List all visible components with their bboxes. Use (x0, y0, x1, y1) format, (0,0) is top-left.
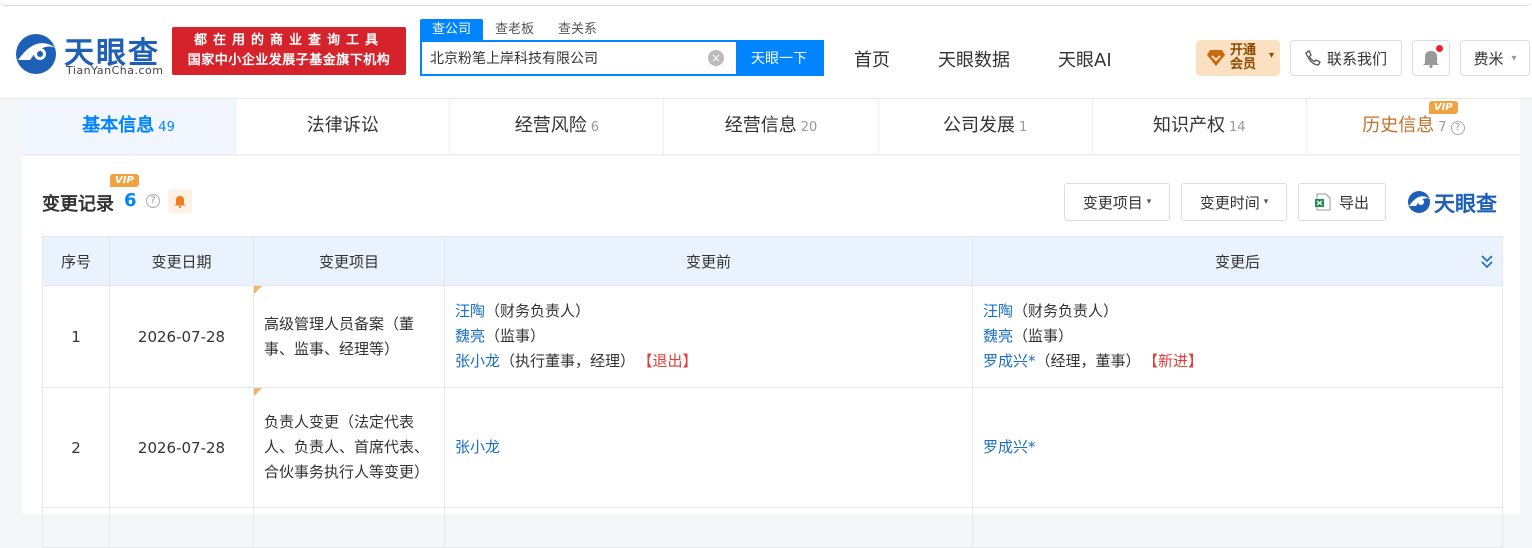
chevron-down-icon: ▾ (1511, 52, 1517, 64)
tab-development[interactable]: 公司发展 1 (879, 99, 1093, 154)
filter-change-item[interactable]: 变更项目 ▾ (1064, 183, 1170, 221)
person-link[interactable]: 罗成兴* (983, 352, 1036, 370)
tab-history[interactable]: VIP 历史信息 7? (1307, 99, 1520, 154)
vip-button-label: 开通 会员 (1230, 43, 1257, 72)
slogan-banner: 都在用的商业查询工具 国家中小企业发展子基金旗下机构 (172, 27, 406, 75)
search-tab-company[interactable]: 查公司 (420, 19, 484, 41)
tianyancha-watermark: 天眼查 (1406, 188, 1506, 216)
col-date: 变更日期 (109, 236, 254, 286)
top-divider (0, 0, 1532, 6)
table-row: 1 2026-07-28 高级管理人员备案（董事、监事、经理等） 汪陶（财务负责… (42, 285, 1503, 388)
change-record-panel: VIP 变更记录 6 ? 变更项目 ▾ 变更时间 ▾ 导出 天眼查 序号 变更日… (22, 156, 1520, 548)
row-date: 2026-07-28 (109, 285, 254, 388)
search-tab-relation[interactable]: 查关系 (546, 19, 609, 41)
search-input[interactable] (422, 42, 708, 74)
row-date: 2026-07-28 (109, 387, 254, 508)
section-title: 变更记录 (42, 194, 114, 215)
notification-dot (1436, 45, 1443, 52)
search-button[interactable]: 天眼一下 (736, 42, 822, 74)
exit-tag: 【退出】 (645, 352, 698, 370)
row-before: 汪陶（财务负责人） 魏亮（监事） 张小龙（执行董事，经理） 【退出】 (444, 285, 973, 388)
col-index: 序号 (42, 236, 110, 286)
person-link[interactable]: 张小龙 (455, 438, 500, 456)
corner-marker (254, 286, 262, 294)
search-tab-boss[interactable]: 查老板 (483, 19, 546, 41)
corner-marker (254, 388, 262, 396)
person-link[interactable]: 汪陶 (983, 302, 1013, 320)
vip-membership-button[interactable]: 开通 会员 ▾ (1196, 40, 1280, 76)
expand-chevron-icon[interactable] (1480, 253, 1494, 269)
main-nav: 首页 天眼数据 天眼AI (854, 46, 1160, 72)
site-logo[interactable]: 天眼查 TianYanCha.com (12, 28, 164, 80)
change-record-table: 序号 变更日期 变更项目 变更前 变更后 1 2026-07-28 高级管理人员… (42, 236, 1503, 548)
tab-ip[interactable]: 知识产权 14 (1093, 99, 1307, 154)
nav-home[interactable]: 首页 (854, 46, 890, 72)
help-icon[interactable]: ? (1450, 121, 1465, 135)
row-item: 高级管理人员备案（董事、监事、经理等） (253, 285, 445, 388)
new-tag: 【新进】 (1150, 352, 1204, 370)
slogan-line-2: 国家中小企业发展子基金旗下机构 (187, 53, 391, 68)
phone-icon (1305, 50, 1321, 66)
col-after: 变更后 (972, 236, 1503, 286)
clear-icon[interactable]: × (708, 50, 724, 66)
row-after: 罗成兴* (972, 387, 1503, 508)
table-header-row: 序号 变更日期 变更项目 变更前 变更后 (42, 236, 1503, 286)
person-link[interactable]: 罗成兴* (983, 438, 1036, 456)
logo-eye-icon (16, 34, 56, 74)
section-count: 6 (124, 190, 137, 211)
top-header: 天眼查 TianYanCha.com 都在用的商业查询工具 国家中小企业发展子基… (0, 0, 1532, 99)
nav-data[interactable]: 天眼数据 (938, 46, 1010, 72)
search-box: × 天眼一下 (420, 40, 824, 76)
bell-icon (174, 196, 186, 208)
nav-ai[interactable]: 天眼AI (1058, 46, 1112, 72)
table-row: 2 2026-07-28 负责人变更（法定代表人、负责人、首席代表、合伙事务执行… (42, 387, 1503, 508)
logo-eye-icon (1408, 191, 1430, 213)
tab-basic-info[interactable]: 基本信息 49 (22, 99, 237, 154)
search-type-tabs: 查公司 查老板 查关系 (420, 19, 609, 41)
person-link[interactable]: 张小龙 (455, 352, 500, 370)
logo-domain: TianYanCha.com (66, 64, 164, 77)
diamond-icon (1207, 50, 1225, 66)
row-index: 1 (42, 285, 110, 388)
help-icon[interactable]: ? (146, 194, 160, 208)
person-link[interactable]: 魏亮 (983, 327, 1013, 345)
caret-down-icon: ▾ (1146, 197, 1152, 207)
user-menu[interactable]: 费米 ▾ (1460, 40, 1530, 76)
row-before: 张小龙 (444, 387, 973, 508)
tab-risk[interactable]: 经营风险 6 (450, 99, 665, 154)
row-item: 负责人变更（法定代表人、负责人、首席代表、合伙事务执行人等变更） (253, 387, 445, 508)
caret-down-icon: ▾ (1263, 197, 1269, 207)
tab-operation[interactable]: 经营信息 20 (664, 99, 879, 154)
person-link[interactable]: 汪陶 (455, 302, 485, 320)
person-link[interactable]: 魏亮 (455, 327, 485, 345)
slogan-line-1: 都在用的商业查询工具 (193, 33, 384, 48)
filter-change-time[interactable]: 变更时间 ▾ (1181, 183, 1287, 221)
col-before: 变更前 (444, 236, 973, 286)
col-item: 变更项目 (253, 236, 445, 286)
row-after: 汪陶（财务负责人） 魏亮（监事） 罗成兴*（经理，董事） 【新进】 (972, 285, 1503, 388)
contact-label: 联系我们 (1326, 49, 1387, 68)
row-index: 2 (42, 387, 110, 508)
vip-badge: VIP (110, 174, 139, 187)
notification-button[interactable] (1412, 40, 1450, 76)
tab-legal[interactable]: 法律诉讼 (236, 99, 451, 154)
export-button[interactable]: 导出 (1298, 183, 1386, 221)
caret-down-icon: ▾ (1268, 50, 1274, 61)
user-name: 费米 (1473, 49, 1504, 68)
excel-icon (1314, 193, 1331, 211)
monitor-bell-button[interactable] (168, 189, 192, 213)
vip-badge: VIP (1428, 101, 1458, 114)
contact-us-button[interactable]: 联系我们 (1290, 40, 1402, 76)
company-tabs: 基本信息 49 法律诉讼 经营风险 6 经营信息 20 公司发展 1 知识产权 14 VI… (22, 99, 1520, 155)
